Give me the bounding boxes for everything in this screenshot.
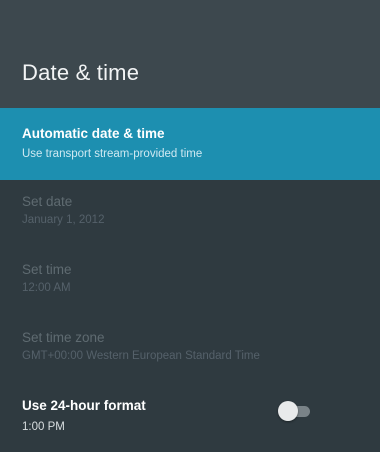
setting-subtitle: January 1, 2012 [22, 214, 105, 226]
setting-subtitle: 1:00 PM [22, 421, 65, 433]
setting-subtitle: Use transport stream-provided time [22, 148, 203, 160]
setting-title: Set time zone [22, 330, 105, 345]
24-hour-format-toggle[interactable] [278, 401, 312, 421]
settings-header: Date & time [0, 0, 380, 108]
toggle-switch-off-icon [278, 401, 298, 421]
setting-subtitle: 12:00 AM [22, 282, 71, 294]
setting-set-time: Set time 12:00 AM [0, 248, 380, 316]
setting-use-24-hour-format[interactable]: Use 24-hour format 1:00 PM [0, 382, 380, 452]
page-title: Date & time [22, 60, 140, 85]
setting-title: Automatic date & time [22, 126, 165, 141]
date-time-settings-panel: Date & time Automatic date & time Use tr… [0, 0, 380, 452]
setting-set-time-zone: Set time zone GMT+00:00 Western European… [0, 316, 380, 382]
setting-title: Use 24-hour format [22, 398, 146, 413]
setting-set-date: Set date January 1, 2012 [0, 180, 380, 248]
setting-title: Set date [22, 194, 73, 209]
setting-title: Set time [22, 262, 72, 277]
setting-automatic-date-time[interactable]: Automatic date & time Use transport stre… [0, 108, 380, 180]
setting-subtitle: GMT+00:00 Western European Standard Time [22, 350, 260, 362]
